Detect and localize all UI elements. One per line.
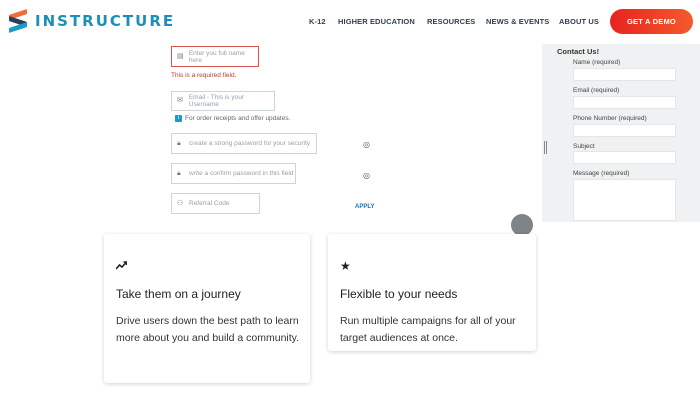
confirm-password-placeholder: write a confirm password in this field [189,170,294,177]
scroll-top-button[interactable] [511,214,533,236]
logo-text: INSTRUCTURE [35,12,176,30]
email-field[interactable]: ✉ Email - This is your Username [171,91,275,111]
contact-name-label: Name (required) [573,59,621,66]
confirm-password-field[interactable]: 🔒︎ write a confirm password in this fiel… [171,163,296,184]
nav-resources[interactable]: RESOURCES [427,17,475,26]
feature-card-journey: Take them on a journey Drive users down … [104,234,310,383]
card-body: Run multiple campaigns for all of your t… [340,315,516,344]
nav-about-us[interactable]: ABOUT US [559,17,599,26]
contact-phone-label: Phone Number (required) [573,115,647,122]
password-field[interactable]: 🔒︎ create a strong password for your sec… [171,133,317,154]
contact-name-input[interactable] [573,68,676,81]
star-icon: ★ [340,259,351,273]
full-name-placeholder: Enter you full name here [188,49,245,64]
instructure-logo-icon [9,9,29,33]
id-card-icon: ▤ [177,52,184,60]
contact-title: Contact Us! [557,47,600,56]
nav-higher-education[interactable]: HIGHER EDUCATION [338,17,415,26]
logo[interactable]: INSTRUCTURE [9,9,176,33]
feature-card-flexible: ★ Flexible to your needs Run multiple ca… [328,234,536,351]
site-header: INSTRUCTURE K-12 HIGHER EDUCATION RESOUR… [0,0,700,44]
email-hint-text: For order receipts and offer updates. [185,115,291,122]
full-name-field[interactable]: ▤ Enter you full name here [171,46,259,67]
contact-message-label: Message (required) [573,170,630,177]
contact-email-label: Email (required) [573,87,620,94]
resize-handle[interactable] [544,141,547,154]
lock-icon: 🔒︎ [177,169,181,177]
nav-news-events[interactable]: NEWS & EVENTS [486,17,549,26]
nav-k12[interactable]: K-12 [309,17,326,26]
info-icon: i [175,115,182,122]
contact-subject-input[interactable] [573,151,676,164]
eye-slash-icon[interactable]: ◎ [363,171,370,180]
apply-button[interactable]: APPLY [355,204,374,210]
envelope-icon: ✉ [177,97,183,104]
signup-form: ▤ Enter you full name here This is a req… [8,44,540,222]
contact-email-input[interactable] [573,96,676,109]
password-placeholder: create a strong password for your securi… [189,140,311,147]
card-body: Drive users down the best path to learn … [116,315,300,344]
contact-message-textarea[interactable] [573,179,676,221]
trending-up-icon [115,259,128,273]
card-title: Take them on a journey [116,287,241,301]
card-title: Flexible to your needs [340,287,458,301]
referral-placeholder: Referral Code [189,200,230,207]
get-a-demo-button[interactable]: GET A DEMO [610,9,693,34]
email-hint: i For order receipts and offer updates. [175,115,290,122]
email-placeholder: Email - This is your Username [188,94,244,108]
eye-slash-icon[interactable]: ◎ [363,140,370,149]
contact-panel: Contact Us! Name (required) Email (requi… [542,44,700,222]
lock-icon: 🔒︎ [177,139,181,147]
users-icon: ⚇ [177,199,184,207]
contact-phone-input[interactable] [573,124,676,137]
page: INSTRUCTURE K-12 HIGHER EDUCATION RESOUR… [0,0,700,400]
referral-code-field[interactable]: ⚇ Referral Code [171,193,260,214]
contact-subject-label: Subject [573,143,595,150]
name-error-message: This is a required field. [171,72,237,79]
